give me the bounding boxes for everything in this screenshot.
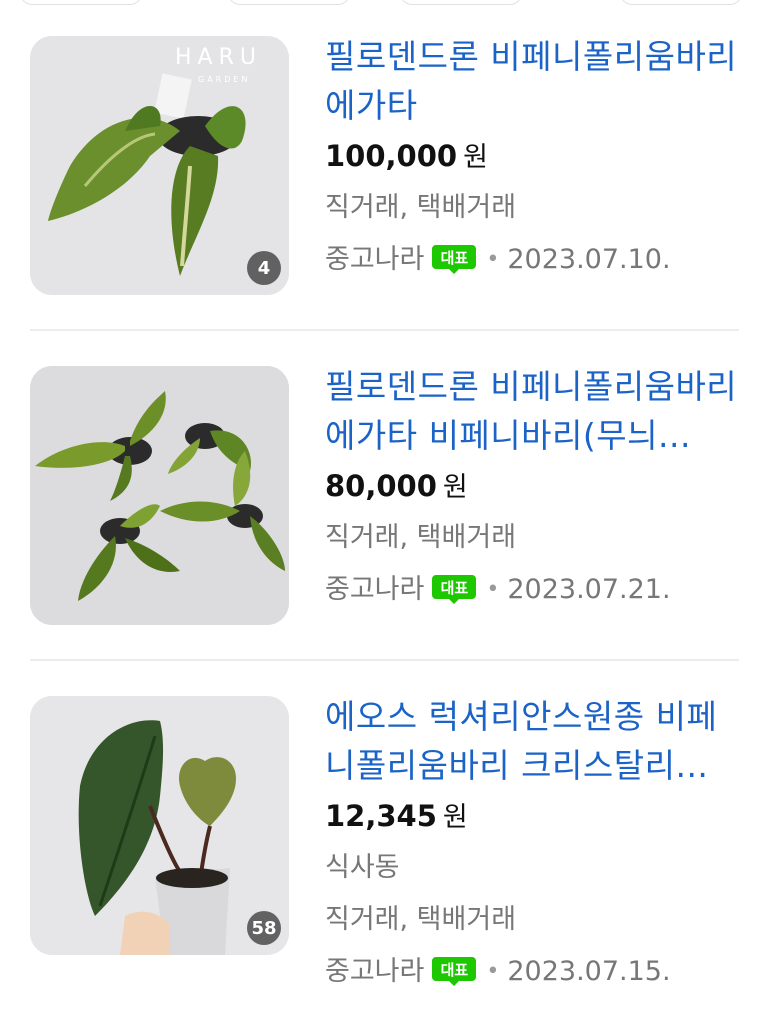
listing-title[interactable]: 필로덴드론 비페니폴리움바리에가타 비페니바리(무늬...	[325, 362, 740, 460]
image-count-badge: 4	[247, 251, 281, 285]
top-tab[interactable]	[620, 0, 742, 5]
listing-item[interactable]: 58 에오스 럭셔리안스원종 비페니폴리움바리 크리스탈리... 12,345 원…	[0, 696, 773, 987]
representative-badge-label: 대표	[440, 249, 469, 267]
price-value: 100,000	[325, 139, 458, 173]
representative-badge: 대표	[432, 575, 477, 605]
separator-dot: •	[486, 247, 500, 272]
source-name[interactable]: 중고나라	[325, 234, 424, 286]
listing-price: 100,000 원	[325, 130, 755, 182]
listing-price: 12,345 원	[325, 790, 755, 842]
image-count-badge: 58	[247, 911, 281, 945]
plant-photo	[30, 366, 289, 625]
listing-thumbnail[interactable]: HARU GARDEN 4	[30, 36, 289, 295]
separator-dot: •	[486, 577, 500, 602]
price-currency: 원	[442, 472, 468, 503]
listing-title[interactable]: 필로덴드론 비페니폴리움바리에가타	[325, 32, 740, 130]
representative-badge: 대표	[432, 245, 477, 275]
listing-item[interactable]: 필로덴드론 비페니폴리움바리에가타 비페니바리(무늬... 80,000 원 직거…	[0, 366, 773, 656]
watermark-subtext: GARDEN	[198, 75, 250, 84]
source-row: 중고나라 대표 • 2023.07.21.	[325, 564, 755, 616]
listing-title[interactable]: 에오스 럭셔리안스원종 비페니폴리움바리 크리스탈리...	[325, 692, 740, 790]
top-tab[interactable]	[400, 0, 522, 5]
top-tab-strip	[0, 0, 773, 8]
price-currency: 원	[442, 802, 468, 833]
listing-date: 2023.07.15.	[507, 956, 671, 987]
representative-badge-label: 대표	[440, 961, 469, 979]
listing-thumbnail[interactable]	[30, 366, 289, 625]
representative-badge: 대표	[432, 957, 477, 987]
separator-dot: •	[486, 959, 500, 984]
price-value: 80,000	[325, 469, 437, 503]
top-tab[interactable]	[20, 0, 142, 5]
listing-date: 2023.07.21.	[507, 574, 671, 605]
listing-thumbnail[interactable]: 58	[30, 696, 289, 955]
source-name[interactable]: 중고나라	[325, 564, 424, 616]
watermark-text: HARU	[175, 45, 262, 70]
top-tab[interactable]	[228, 0, 350, 5]
trade-type: 직거래, 택배거래	[325, 522, 517, 553]
divider	[30, 329, 739, 331]
source-name[interactable]: 중고나라	[325, 946, 424, 998]
source-row: 중고나라 대표 • 2023.07.15.	[325, 946, 755, 998]
trade-type: 직거래, 택배거래	[325, 192, 517, 223]
source-row: 중고나라 대표 • 2023.07.10.	[325, 234, 755, 286]
listing-location: 식사동	[325, 852, 400, 883]
representative-badge-label: 대표	[440, 579, 469, 597]
price-currency: 원	[463, 142, 488, 173]
listing-price: 80,000 원	[325, 460, 755, 512]
trade-type: 직거래, 택배거래	[325, 904, 517, 935]
price-value: 12,345	[325, 799, 437, 833]
listing-item[interactable]: HARU GARDEN 4 필로덴드론 비페니폴리움바리에가타 100,000 원…	[0, 36, 773, 326]
divider	[30, 659, 739, 661]
listing-date: 2023.07.10.	[507, 244, 671, 275]
